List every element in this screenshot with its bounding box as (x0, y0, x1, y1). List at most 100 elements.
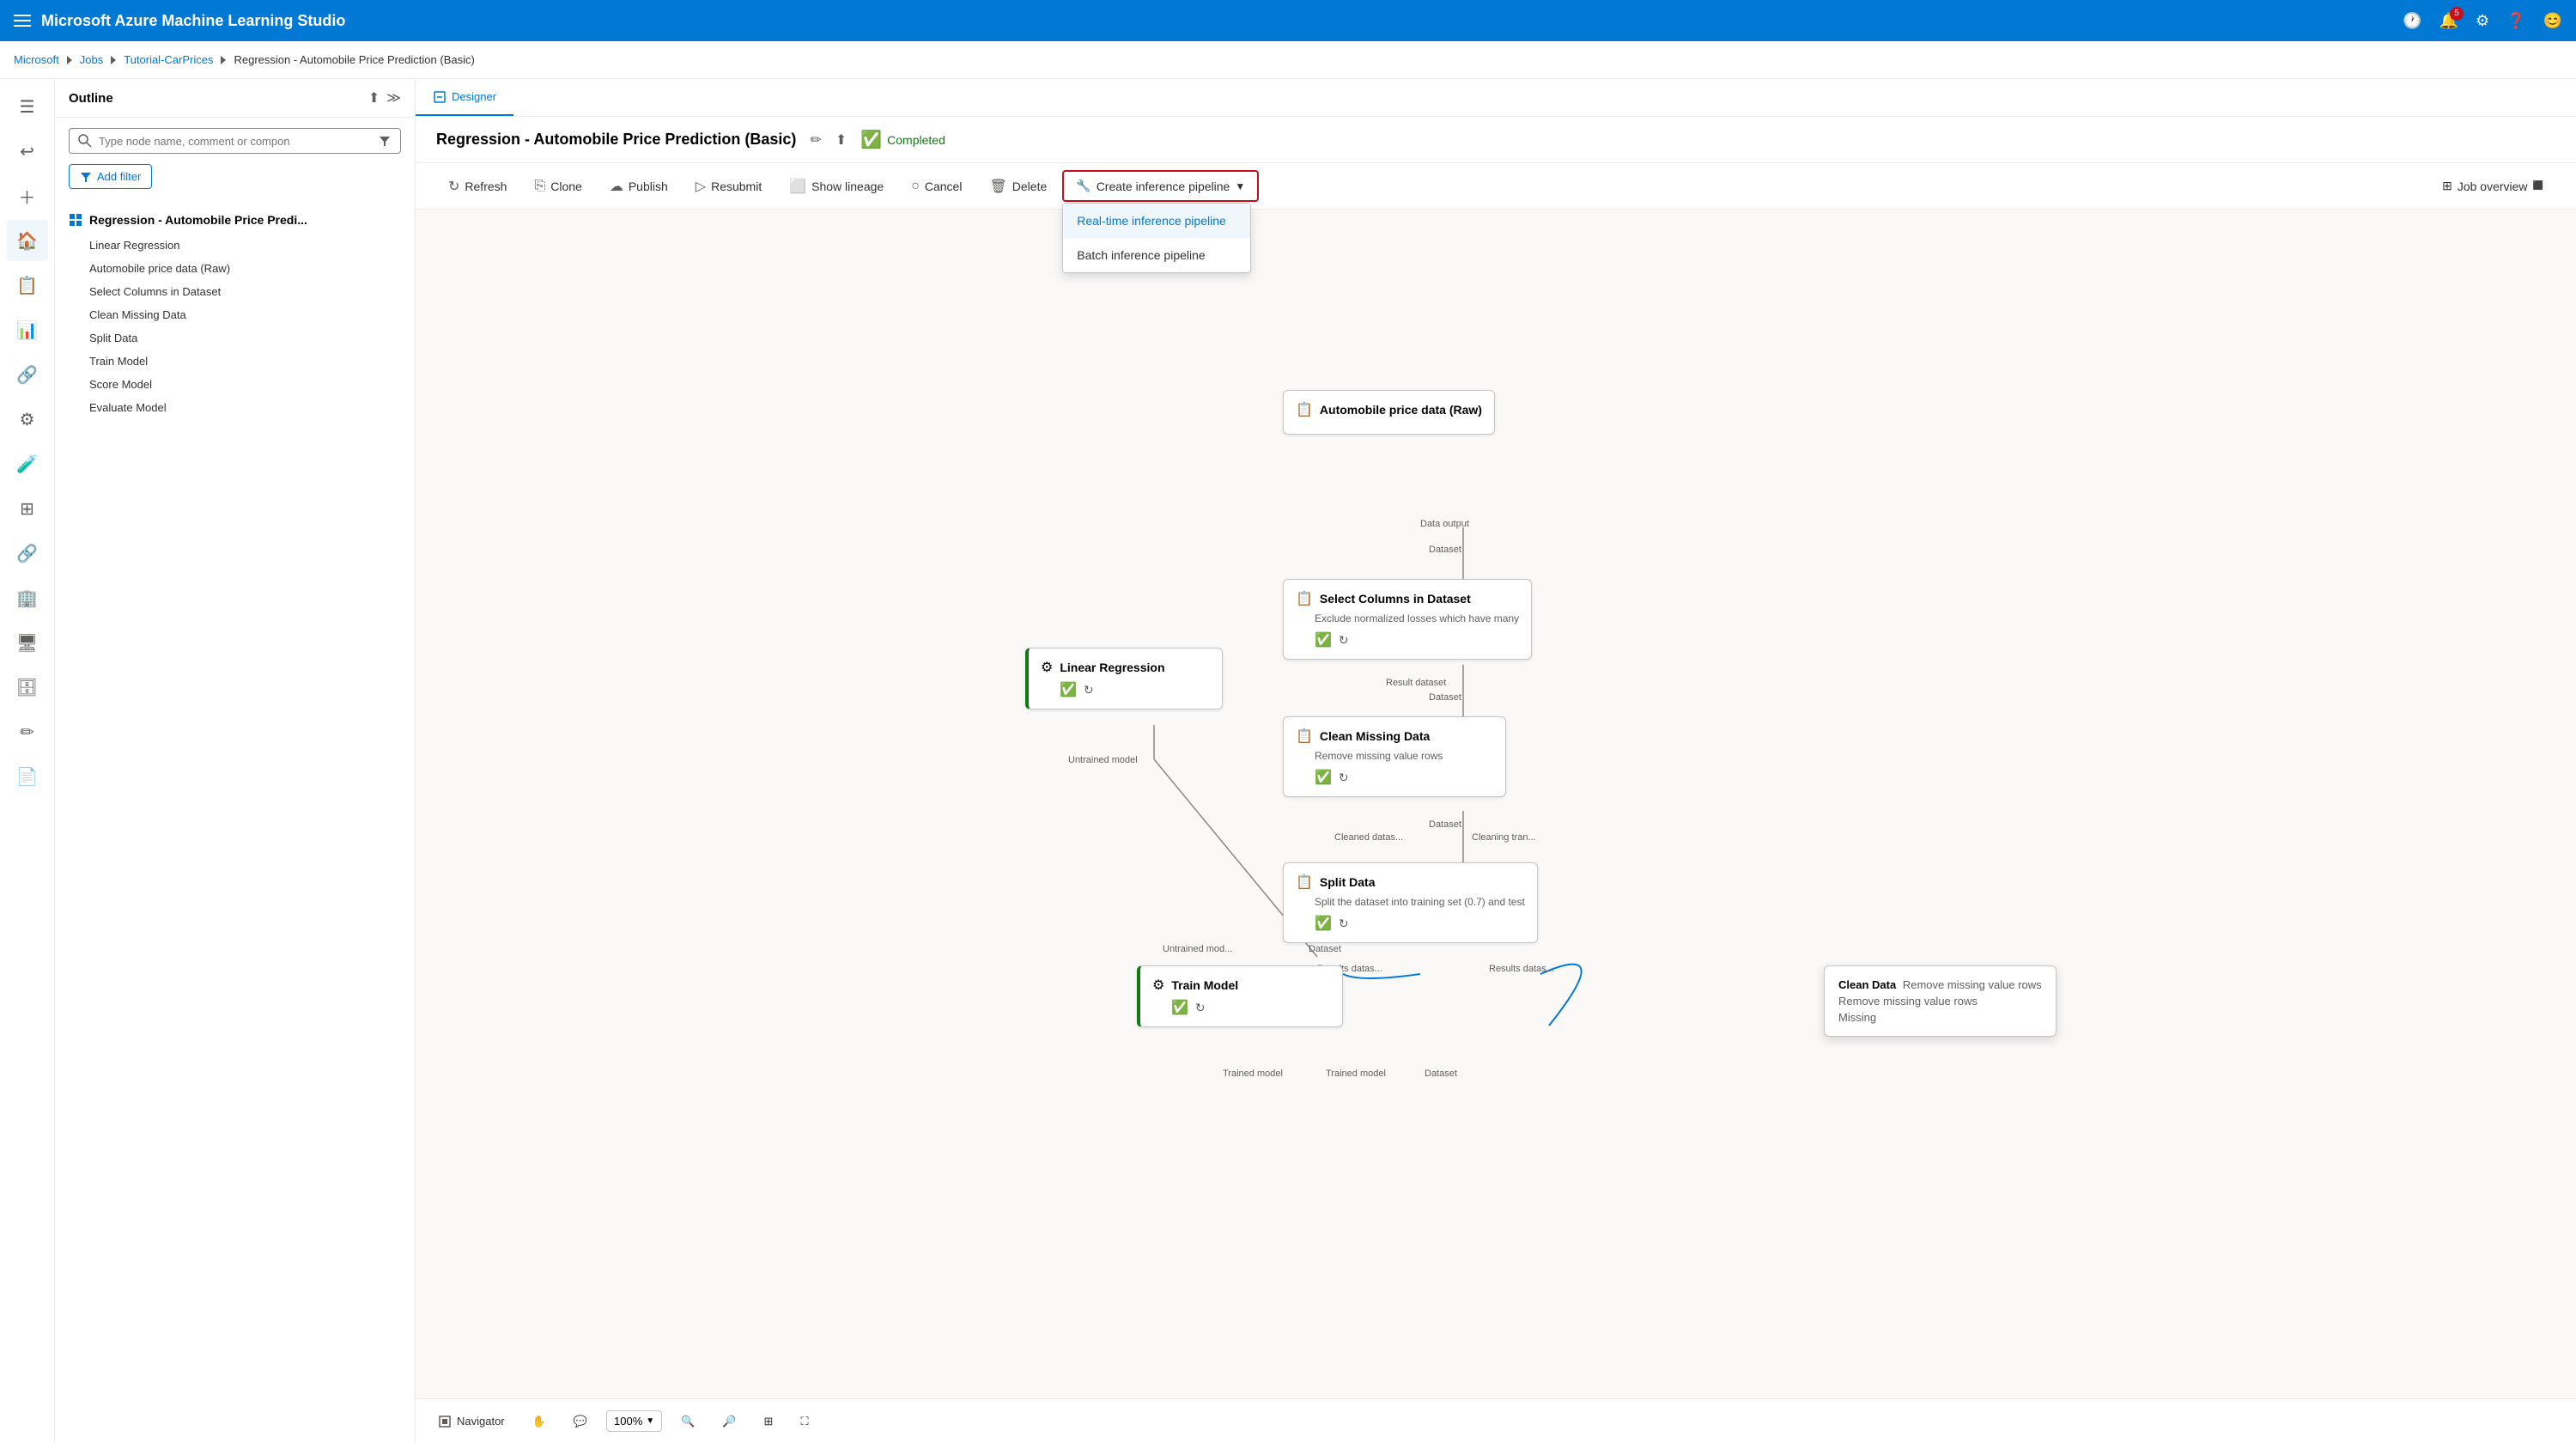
search-input[interactable] (99, 135, 371, 148)
node-linear-regression[interactable]: ⚙ Linear Regression ✅ ↻ (1025, 648, 1223, 709)
cancel-button[interactable]: ○ Cancel (899, 172, 974, 201)
node-train-check: ✅ (1171, 999, 1188, 1016)
sidebar-chart-icon[interactable]: 📊 (7, 309, 48, 350)
add-filter-label: Add filter (97, 170, 141, 183)
filter-icon[interactable] (378, 134, 392, 148)
resubmit-button[interactable]: ▷ Resubmit (683, 171, 774, 202)
navigator-button[interactable]: Navigator (429, 1410, 513, 1434)
breadcrumb-current: Regression - Automobile Price Prediction… (234, 53, 474, 66)
clone-button[interactable]: ⎘ Clone (522, 172, 593, 201)
completed-label: Completed (887, 133, 945, 147)
tree-item-evaluate-model[interactable]: Evaluate Model (55, 396, 415, 419)
breadcrumb-chevron-3 (220, 55, 227, 65)
connections-svg (416, 210, 2576, 1398)
create-inference-icon: 🔧 (1076, 179, 1091, 193)
sidebar-lab-icon[interactable]: 🧪 (7, 443, 48, 484)
delete-button[interactable]: 🗑 Delete (977, 171, 1059, 202)
node-linear-refresh-icon[interactable]: ↻ (1084, 683, 1094, 697)
outline-collapse-icon[interactable]: ≫ (386, 89, 401, 107)
publish-button[interactable]: ☁ Publish (598, 171, 680, 202)
publish-label: Publish (629, 180, 668, 193)
tree-item-linear-regression[interactable]: Linear Regression (55, 234, 415, 257)
sidebar-pen-icon[interactable]: ✏ (7, 711, 48, 752)
node-automobile-title: Automobile price data (Raw) (1320, 403, 1482, 417)
tree-item-select-columns[interactable]: Select Columns in Dataset (55, 280, 415, 303)
sidebar-gear-icon[interactable]: ⚙ (7, 399, 48, 440)
tree-item-score-model[interactable]: Score Model (55, 373, 415, 396)
node-clean-check: ✅ (1315, 769, 1332, 786)
share-icon[interactable]: ⬆ (835, 131, 847, 149)
node-select-columns[interactable]: 📋 Select Columns in Dataset Exclude norm… (1283, 579, 1532, 660)
node-train-header: ⚙ Train Model (1152, 977, 1330, 994)
node-select-refresh-icon[interactable]: ↻ (1339, 633, 1349, 648)
settings-icon[interactable]: ⚙ (2476, 12, 2489, 30)
pipeline-canvas[interactable]: 📋 Automobile price data (Raw) Data outpu… (416, 210, 2576, 1398)
label-untrained-mod: Untrained mod... (1163, 944, 1232, 954)
job-overview-button[interactable]: ⊞ Job overview ⬛ (2430, 172, 2555, 200)
node-train-model[interactable]: ⚙ Train Model ✅ ↻ (1137, 965, 1343, 1027)
sidebar-monitor-icon[interactable]: 🖥 (7, 622, 48, 663)
completed-badge: ✅ Completed (860, 129, 945, 150)
node-automobile-data[interactable]: 📋 Automobile price data (Raw) (1283, 390, 1495, 435)
sidebar-home-icon[interactable]: ☰ (7, 86, 48, 127)
zoom-in-icon: 🔍 (681, 1415, 695, 1428)
canvas-area: Designer Regression - Automobile Price P… (416, 79, 2576, 1443)
batch-inference-item[interactable]: Batch inference pipeline (1063, 238, 1250, 272)
clock-icon[interactable]: 🕐 (2403, 12, 2421, 30)
fit-screen-button[interactable]: ⊞ (756, 1410, 782, 1434)
tree-item-automobile-data[interactable]: Automobile price data (Raw) (55, 257, 415, 280)
node-clean-refresh-icon[interactable]: ↻ (1339, 770, 1349, 785)
navigator-icon (438, 1415, 452, 1428)
sidebar-back-icon[interactable]: ↩ (7, 131, 48, 172)
sidebar-network-icon[interactable]: 🔗 (7, 354, 48, 395)
node-select-title: Select Columns in Dataset (1320, 592, 1471, 606)
node-clean-missing[interactable]: 📋 Clean Missing Data Remove missing valu… (1283, 716, 1506, 797)
zoom-in-button[interactable]: 🔍 (672, 1410, 703, 1434)
zoom-display[interactable]: 100% ▼ (606, 1410, 662, 1432)
outline-panel: Outline ⬆ ≫ Add filter Regression - Auto… (55, 79, 416, 1443)
tree-root-label: Regression - Automobile Price Predi... (89, 213, 307, 227)
add-filter-button[interactable]: Add filter (69, 164, 152, 189)
sidebar-link-icon[interactable]: 🔗 (7, 533, 48, 574)
node-split-icon: 📋 (1296, 874, 1313, 891)
sidebar-doc-icon[interactable]: 📄 (7, 756, 48, 797)
breadcrumb-tutorial[interactable]: Tutorial-CarPrices (124, 53, 213, 66)
zoom-out-button[interactable]: 🔎 (714, 1410, 744, 1434)
sidebar-building-icon[interactable]: 🏢 (7, 577, 48, 618)
create-inference-button[interactable]: 🔧 Create inference pipeline ▼ (1062, 170, 1259, 202)
comment-button[interactable]: 💬 (565, 1410, 596, 1434)
breadcrumb-microsoft[interactable]: Microsoft (14, 53, 59, 66)
sidebar-grid-icon[interactable]: ⊞ (7, 488, 48, 529)
help-icon[interactable]: ❓ (2506, 12, 2525, 30)
node-split-data[interactable]: 📋 Split Data Split the dataset into trai… (1283, 862, 1538, 943)
chevron-down-icon: ▼ (1235, 180, 1245, 192)
sidebar-plus-icon[interactable]: ＋ (7, 175, 48, 216)
node-linear-header: ⚙ Linear Regression (1041, 659, 1210, 676)
node-split-refresh-icon[interactable]: ↻ (1339, 916, 1349, 931)
edit-title-icon[interactable]: ✏ (810, 131, 821, 149)
bell-icon[interactable]: 🔔 5 (2439, 12, 2458, 30)
create-inference-container: 🔧 Create inference pipeline ▼ Real-time … (1062, 170, 1259, 202)
realtime-inference-item[interactable]: Real-time inference pipeline (1063, 204, 1250, 238)
fullscreen-button[interactable]: ⛶ (792, 1410, 817, 1434)
sidebar-table-icon[interactable]: 📋 (7, 265, 48, 306)
refresh-button[interactable]: ↻ Refresh (436, 171, 519, 202)
node-train-refresh-icon[interactable]: ↻ (1195, 1001, 1206, 1015)
sidebar-db-icon[interactable]: 🗄 (7, 667, 48, 708)
node-train-status: ✅ ↻ (1152, 999, 1330, 1016)
tree-item-clean-missing[interactable]: Clean Missing Data (55, 303, 415, 326)
node-split-subtitle: Split the dataset into training set (0.7… (1296, 896, 1525, 908)
tree-item-train-model[interactable]: Train Model (55, 350, 415, 373)
show-lineage-button[interactable]: ⬜ Show lineage (777, 171, 896, 202)
tree-root-node[interactable]: Regression - Automobile Price Predi... (55, 206, 415, 234)
hand-tool-button[interactable]: ✋ (524, 1410, 555, 1434)
user-icon[interactable]: 😊 (2543, 12, 2562, 30)
outline-share-icon[interactable]: ⬆ (368, 89, 380, 107)
canvas-tab-designer[interactable]: Designer (416, 79, 513, 116)
node-linear-title: Linear Regression (1060, 661, 1164, 674)
sidebar-dashboard-icon[interactable]: 🏠 (7, 220, 48, 261)
lineage-icon: ⬜ (789, 178, 806, 195)
menu-icon[interactable] (14, 12, 31, 29)
breadcrumb-jobs[interactable]: Jobs (80, 53, 103, 66)
tree-item-split-data[interactable]: Split Data (55, 326, 415, 350)
